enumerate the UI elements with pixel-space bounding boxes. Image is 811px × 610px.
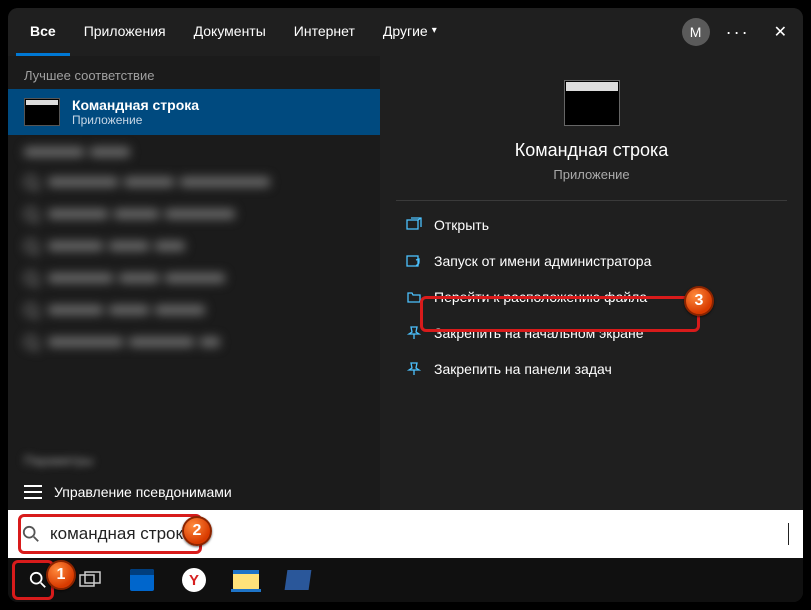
preview-title: Командная строка (515, 140, 669, 161)
best-match-subtitle: Приложение (72, 113, 199, 127)
search-input[interactable] (50, 524, 803, 544)
taskbar-calendar[interactable] (118, 560, 166, 600)
close-button[interactable]: ✕ (766, 14, 795, 50)
text-cursor (788, 523, 789, 545)
best-match-header: Лучшее соответствие (8, 56, 380, 89)
cmd-icon (24, 98, 60, 126)
tab-more[interactable]: Другие▾ (369, 8, 451, 56)
tab-documents[interactable]: Документы (180, 8, 280, 56)
chevron-down-icon: ▾ (432, 25, 437, 36)
action-open-file-location[interactable]: Перейти к расположению файла (396, 281, 787, 313)
action-pin-taskbar[interactable]: Закрепить на панели задач (396, 353, 787, 385)
search-bar[interactable] (8, 510, 803, 558)
settings-result[interactable]: Управление псевдонимами (8, 474, 380, 510)
taskbar: Y (8, 558, 803, 602)
taskbar-explorer[interactable] (222, 560, 270, 600)
taskbar-app[interactable] (274, 560, 322, 600)
more-menu-icon[interactable]: ··· (726, 22, 750, 43)
taskbar-taskview[interactable] (66, 560, 114, 600)
action-label: Открыть (434, 217, 489, 233)
folder-icon (406, 289, 422, 305)
action-label: Запуск от имени администратора (434, 253, 651, 269)
open-icon (406, 217, 422, 233)
tab-apps[interactable]: Приложения (70, 8, 180, 56)
action-label: Перейти к расположению файла (434, 289, 647, 305)
action-label: Закрепить на начальном экране (434, 325, 644, 341)
params-header: Параметры (8, 441, 380, 474)
tab-internet[interactable]: Интернет (280, 8, 369, 56)
divider (396, 200, 787, 201)
admin-icon (406, 253, 422, 269)
pin-taskbar-icon (406, 361, 422, 377)
pin-start-icon (406, 325, 422, 341)
best-match-result[interactable]: Командная строка Приложение (8, 89, 380, 135)
best-match-title: Командная строка (72, 97, 199, 113)
action-label: Закрепить на панели задач (434, 361, 612, 377)
preview-subtitle: Приложение (553, 167, 629, 182)
taskbar-yandex[interactable]: Y (170, 560, 218, 600)
search-tabs: Все Приложения Документы Интернет Другие… (8, 8, 803, 56)
user-avatar[interactable]: М (682, 18, 710, 46)
sliders-icon (24, 485, 42, 499)
preview-pane: Командная строка Приложение Открыть Запу… (380, 56, 803, 510)
blurred-results (8, 135, 380, 361)
action-open[interactable]: Открыть (396, 209, 787, 241)
action-pin-start[interactable]: Закрепить на начальном экране (396, 317, 787, 349)
action-run-as-admin[interactable]: Запуск от имени администратора (396, 245, 787, 277)
search-icon (22, 525, 40, 543)
taskbar-search-button[interactable] (14, 560, 62, 600)
settings-result-label: Управление псевдонимами (54, 484, 232, 500)
tab-all[interactable]: Все (16, 8, 70, 56)
cmd-hero-icon (564, 80, 620, 126)
results-column: Лучшее соответствие Командная строка При… (8, 56, 380, 510)
